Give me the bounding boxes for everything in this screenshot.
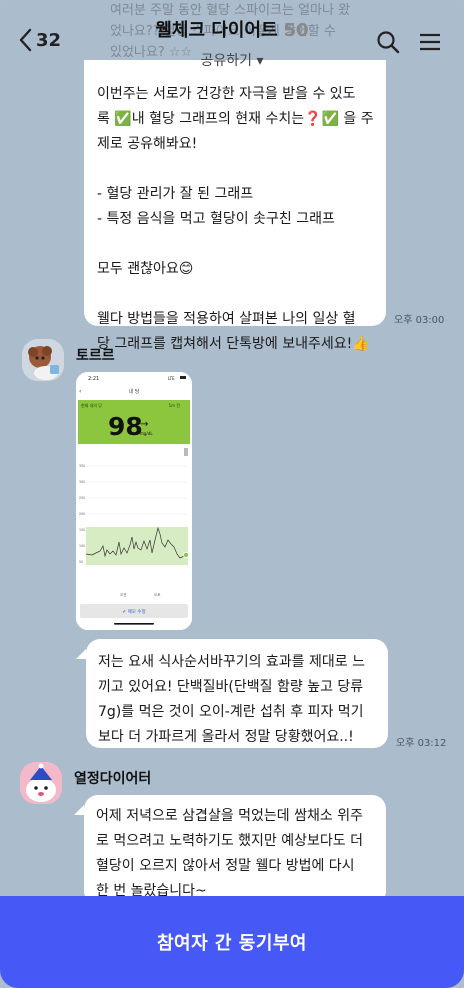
motivation-button-label: 참여자 간 동기부여 <box>156 933 307 954</box>
message-line: 이번주는 서로가 건강한 자극을 받을 수 있도 <box>97 86 356 102</box>
message-bubble[interactable]: 이번주는 서로가 건강한 자극을 받을 수 있도 록 ✅내 혈당 그래프의 현재… <box>84 60 386 352</box>
chat-title-text: 웰체크 다이어트 <box>155 20 278 41</box>
y-tick: 350 <box>79 464 85 468</box>
x-tick: 오후 <box>154 592 161 597</box>
y-tick: 100 <box>79 544 85 548</box>
message-bubble[interactable]: 어제 저녁으로 삼겹살을 먹었는데 쌈채소 위주 로 먹으려고 노력하기도 했지… <box>84 795 386 905</box>
avatar[interactable] <box>22 339 64 381</box>
bubble-tail <box>74 805 84 815</box>
screenshot-range-right: 1m 전 <box>169 402 181 408</box>
message-line: 7g)를 먹은 것이 오이-계란 섭취 후 피자 먹기 <box>98 704 364 720</box>
message-line: 당 그래프를 캡쳐해서 단톡방에 보내주세요!👍 <box>97 336 370 352</box>
sender-name: 토르르 <box>76 348 115 364</box>
glucose-screenshot-drawing: 2:21 LTE ‹ 내 당 현재 내의 당 1m 전 98 → mg/dL 3… <box>76 372 192 630</box>
screenshot-back-icon: ‹ <box>79 388 81 395</box>
search-icon[interactable] <box>376 30 400 54</box>
message-bubble[interactable]: 저는 요새 식사순서바꾸기의 효과를 제대로 느 끼고 있어요! 단백질바(단백… <box>86 639 388 748</box>
status-time: 2:21 <box>88 376 99 382</box>
glucose-screenshot-image[interactable]: 2:21 LTE ‹ 내 당 현재 내의 당 1m 전 98 → mg/dL 3… <box>76 372 192 630</box>
y-tick: 300 <box>79 480 85 484</box>
character-avatar-icon <box>20 762 62 804</box>
bubble-tail <box>76 649 86 659</box>
message-line: - 특정 음식을 먹고 혈당이 솟구친 그래프 <box>97 211 335 227</box>
glucose-value: 98 <box>108 412 143 441</box>
member-count: 50 <box>283 20 309 41</box>
message-line: 혈당이 오르지 않아서 정말 웰다 방법에 다시 <box>96 858 355 874</box>
message-line: 제로 공유해봐요! <box>97 136 198 152</box>
y-tick: 50 <box>79 560 83 564</box>
message-line: 어제 저녁으로 삼겹살을 먹었는데 쌈채소 위주 <box>96 808 363 824</box>
y-tick: 150 <box>79 528 85 532</box>
trend-arrow-icon: → <box>140 419 148 430</box>
message-time: 오후 03:00 <box>394 315 445 326</box>
motivation-button[interactable]: 참여자 간 동기부여 <box>0 896 464 988</box>
screenshot-nav-title: 내 당 <box>129 388 140 395</box>
message-line: 로 먹으려고 노력하기도 했지만 예상보다도 더 <box>96 833 363 849</box>
dog-avatar-icon <box>22 339 64 381</box>
message-line: 웰다 방법들을 적용하여 살펴본 나의 일상 혈 <box>97 311 356 327</box>
chat-screen: 여러분 주말 동안 혈당 스파이크는 얼마나 왔 었나요?? 혈당 스파이크 어… <box>0 0 464 988</box>
y-tick: 200 <box>79 512 85 516</box>
message-line: 록 ✅내 혈당 그래프의 현재 수치는❓✅ 을 주 <box>97 111 374 127</box>
glucose-unit: mg/dL <box>140 431 153 436</box>
sender-name: 열정다이어터 <box>74 771 152 787</box>
current-point <box>183 551 190 558</box>
y-tick: 250 <box>79 496 85 500</box>
message-line: - 혈당 관리가 잘 된 그래프 <box>97 186 254 202</box>
menu-icon[interactable] <box>419 33 441 51</box>
chat-header: 여러분 주말 동안 혈당 스파이크는 얼마나 왔 었나요?? 혈당 스파이크 어… <box>0 0 464 76</box>
avatar[interactable] <box>20 762 62 804</box>
message-line: 모두 괜찮아요😊 <box>97 261 194 277</box>
message-line: 저는 요새 식사순서바꾸기의 효과를 제대로 느 <box>98 654 365 670</box>
message-time: 오후 03:12 <box>396 738 447 749</box>
message-line: 보다 더 가파르게 올라서 정말 당황했어요..! <box>98 729 354 745</box>
screenshot-range-label: 현재 내의 당 <box>81 402 102 408</box>
edit-memo-button: ✔ 메모 수정 <box>122 608 145 615</box>
x-tick: 오전 <box>120 592 126 597</box>
message-line: 끼고 있어요! 단백질바(단백질 함량 높고 당류 <box>98 679 364 695</box>
status-network: LTE <box>168 376 175 381</box>
